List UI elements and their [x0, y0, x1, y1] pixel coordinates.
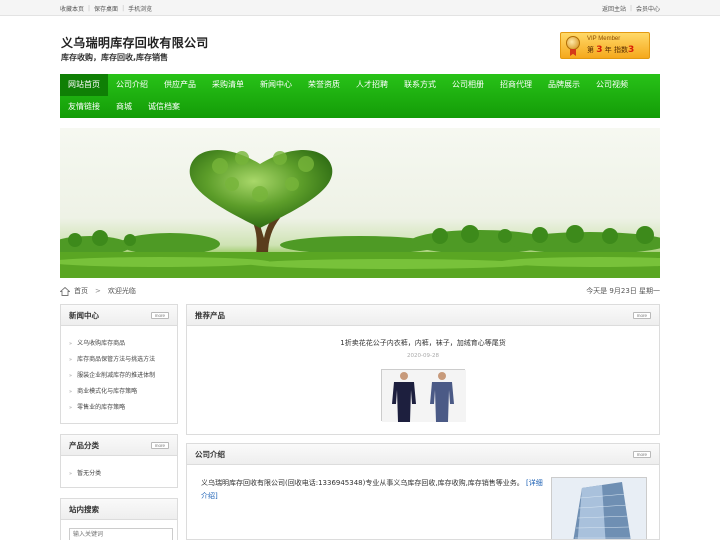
bullet-icon: »: [69, 357, 73, 363]
bullet-icon: »: [69, 341, 73, 347]
company-slogan: 库存收购，库存回收,库存销售: [61, 53, 169, 62]
building-icon: [552, 478, 646, 539]
nav-item-6[interactable]: 人才招聘: [348, 74, 396, 96]
product-title-link[interactable]: 1折卖花花公子内衣裤，内裤，袜子，加绒育心等尾货: [187, 338, 659, 348]
company-building-image: [551, 477, 647, 539]
vip-index: 3: [627, 45, 635, 55]
news-list-item[interactable]: » 服装企业削减库存的推进体制: [69, 368, 171, 384]
heart-tree-illustration: [60, 150, 660, 278]
top-right-links: 返回主站 | 会员中心: [601, 4, 660, 13]
nav-item-11[interactable]: 公司视频: [588, 74, 636, 96]
recommended-title: 推荐产品: [195, 310, 225, 320]
nav-item-1[interactable]: 公司介绍: [108, 74, 156, 96]
nav-item-4[interactable]: 新闻中心: [252, 74, 300, 96]
news-list-item[interactable]: » 库存商品保管方法与挑选方法: [69, 352, 171, 368]
content-area: 新闻中心 more » 义乌收购库存商品» 库存商品保管方法与挑选方法» 服装企业削减…: [60, 304, 660, 540]
vip-years-line: 第 3 年 指数3: [587, 45, 635, 55]
mobile-view-link[interactable]: 手机浏览: [128, 4, 152, 13]
member-center-link[interactable]: 会员中心: [636, 4, 660, 13]
hero-banner: [60, 128, 660, 278]
company-intro-box: 公司介绍 more 义乌瑞明库存回收有限公司(回收电话:13369453​48)…: [186, 443, 660, 540]
top-left-links: 收藏本页 | 保存桌面 | 手机浏览: [60, 4, 153, 13]
main-site-link[interactable]: 返回主站: [602, 4, 626, 13]
news-list-item[interactable]: » 零售业的库存策略: [69, 400, 171, 416]
bullet-icon: »: [69, 373, 73, 379]
news-list-item[interactable]: » 商业模式化与库存策略: [69, 384, 171, 400]
news-list-item[interactable]: » 义乌收购库存商品: [69, 336, 171, 352]
recommended-products-box: 推荐产品 more 1折卖花花公子内衣裤，内裤，袜子，加绒育心等尾货 2020-…: [186, 304, 660, 435]
nav-item-10[interactable]: 品牌展示: [540, 74, 588, 96]
bullet-icon: »: [69, 405, 73, 411]
sidebar: 新闻中心 more » 义乌收购库存商品» 库存商品保管方法与挑选方法» 服装企业削减…: [60, 304, 178, 540]
product-thumbnail[interactable]: [381, 369, 466, 422]
news-more-button[interactable]: more: [150, 311, 169, 319]
breadcrumb-home[interactable]: 首页: [74, 286, 88, 296]
nav-item-5[interactable]: 荣誉资质: [300, 74, 348, 96]
category-box-title: 产品分类: [69, 440, 99, 450]
intro-title: 公司介绍: [195, 449, 225, 459]
vip-member-badge: VIP Member 第 3 年 指数3: [560, 32, 650, 59]
site-search-box: 站内搜索: [60, 498, 178, 540]
bullet-icon: »: [69, 389, 73, 395]
nav-item-0[interactable]: 网站首页: [60, 74, 108, 96]
nav-item-2[interactable]: 供应产品: [156, 74, 204, 96]
news-box-title: 新闻中心: [69, 310, 99, 320]
category-box: 产品分类 more » 暂无分类: [60, 434, 178, 488]
medal-icon: [566, 36, 580, 50]
site-header: 义乌瑞明库存回收有限公司 库存收购，库存回收,库存销售 VIP Member 第…: [60, 16, 660, 74]
nav-item-12[interactable]: 友情链接: [60, 96, 108, 118]
category-list: » 暂无分类: [61, 456, 177, 488]
intro-text: 义乌瑞明库存回收有限公司(回收电话:13369453​48)专业从事义乌库存回收…: [201, 479, 543, 500]
intro-more-button[interactable]: more: [632, 450, 651, 458]
thermal-underwear-image: [382, 370, 466, 422]
vip-years: 3: [596, 45, 603, 55]
nav-item-14[interactable]: 诚信档案: [140, 96, 188, 118]
news-list: » 义乌收购库存商品» 库存商品保管方法与挑选方法» 服装企业削减库存的推进体制» 商业…: [61, 326, 177, 422]
today-date: 今天是 9月23日 星期一: [586, 287, 660, 295]
breadcrumb-separator: >: [95, 287, 101, 295]
site-search-input[interactable]: [69, 528, 173, 540]
nav-item-9[interactable]: 招商代理: [492, 74, 540, 96]
nav-item-3[interactable]: 采购清单: [204, 74, 252, 96]
category-more-button[interactable]: more: [150, 441, 169, 449]
category-list-item[interactable]: » 暂无分类: [69, 466, 171, 482]
home-icon: [60, 286, 70, 296]
bookmark-link[interactable]: 收藏本页: [60, 4, 84, 13]
news-box: 新闻中心 more » 义乌收购库存商品» 库存商品保管方法与挑选方法» 服装企业削减…: [60, 304, 178, 424]
site-search-title: 站内搜索: [69, 504, 99, 514]
bullet-icon: »: [69, 471, 73, 477]
recommended-more-button[interactable]: more: [632, 311, 651, 319]
breadcrumb: 首页 > 欢迎光临 今天是 9月23日 星期一: [60, 278, 660, 304]
nav-item-13[interactable]: 商城: [108, 96, 140, 118]
product-date: 2020-09-28: [407, 353, 439, 359]
main-nav: 网站首页 公司介绍 供应产品 采购清单 新闻中心 荣誉资质 人才招聘 联系方式 公司相册 招商代理…: [60, 74, 660, 118]
vip-title: VIP Member: [587, 36, 621, 42]
breadcrumb-current: 欢迎光临: [107, 287, 136, 295]
top-bar: 收藏本页 | 保存桌面 | 手机浏览 返回主站 | 会员中心: [0, 0, 720, 16]
company-name: 义乌瑞明库存回收有限公司: [61, 36, 209, 50]
save-desktop-link[interactable]: 保存桌面: [94, 4, 118, 13]
main-column: 推荐产品 more 1折卖花花公子内衣裤，内裤，袜子，加绒育心等尾货 2020-…: [186, 304, 660, 540]
nav-item-7[interactable]: 联系方式: [396, 74, 444, 96]
nav-item-8[interactable]: 公司相册: [444, 74, 492, 96]
